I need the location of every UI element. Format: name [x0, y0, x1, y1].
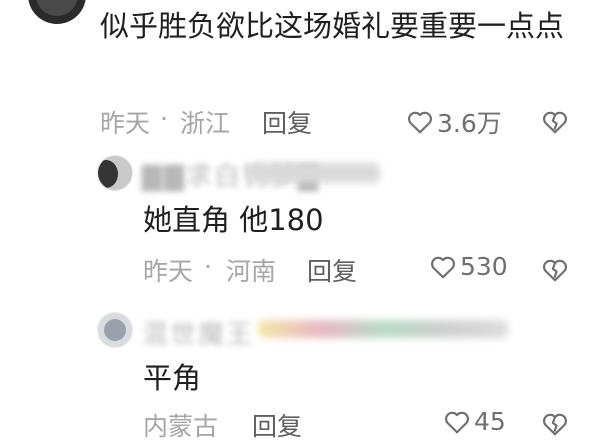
like-button[interactable]: 45: [444, 407, 506, 436]
username-badge: [258, 320, 508, 338]
broken-heart-icon[interactable]: [542, 257, 568, 283]
reply-time: 昨天: [143, 257, 194, 286]
reply-location: 河南: [226, 257, 277, 286]
like-button[interactable]: 3.6万: [407, 104, 502, 140]
reply-text: 她直角 他180: [143, 203, 324, 237]
comment-time: 昨天: [100, 109, 151, 138]
avatar[interactable]: [28, 0, 86, 24]
like-count: 45: [474, 407, 506, 436]
meta-separator: ·: [204, 252, 212, 281]
broken-heart-icon[interactable]: [542, 109, 568, 135]
reply-button[interactable]: 回复: [307, 252, 357, 288]
comment-location: 浙江: [180, 109, 231, 138]
reply-username[interactable]: 混世魔王: [142, 314, 254, 351]
username-badge: [250, 163, 380, 183]
heart-outline-icon: [445, 411, 469, 433]
avatar[interactable]: [97, 155, 133, 191]
reply-button[interactable]: 回复: [252, 407, 302, 443]
broken-heart-icon[interactable]: [542, 411, 568, 437]
reply-text: 平角: [143, 361, 202, 395]
comment-text: 似乎胜负欲比这场婚礼要重要一点点: [100, 9, 565, 43]
avatar[interactable]: [97, 312, 133, 348]
reply-button[interactable]: 回复: [262, 104, 312, 140]
meta-separator: ·: [160, 104, 168, 133]
like-count: 3.6万: [437, 109, 502, 138]
like-button[interactable]: 530: [430, 252, 508, 281]
like-count: 530: [460, 252, 508, 281]
heart-outline-icon: [431, 256, 455, 278]
reply-location: 内蒙古: [143, 412, 219, 441]
heart-outline-icon: [408, 111, 432, 134]
